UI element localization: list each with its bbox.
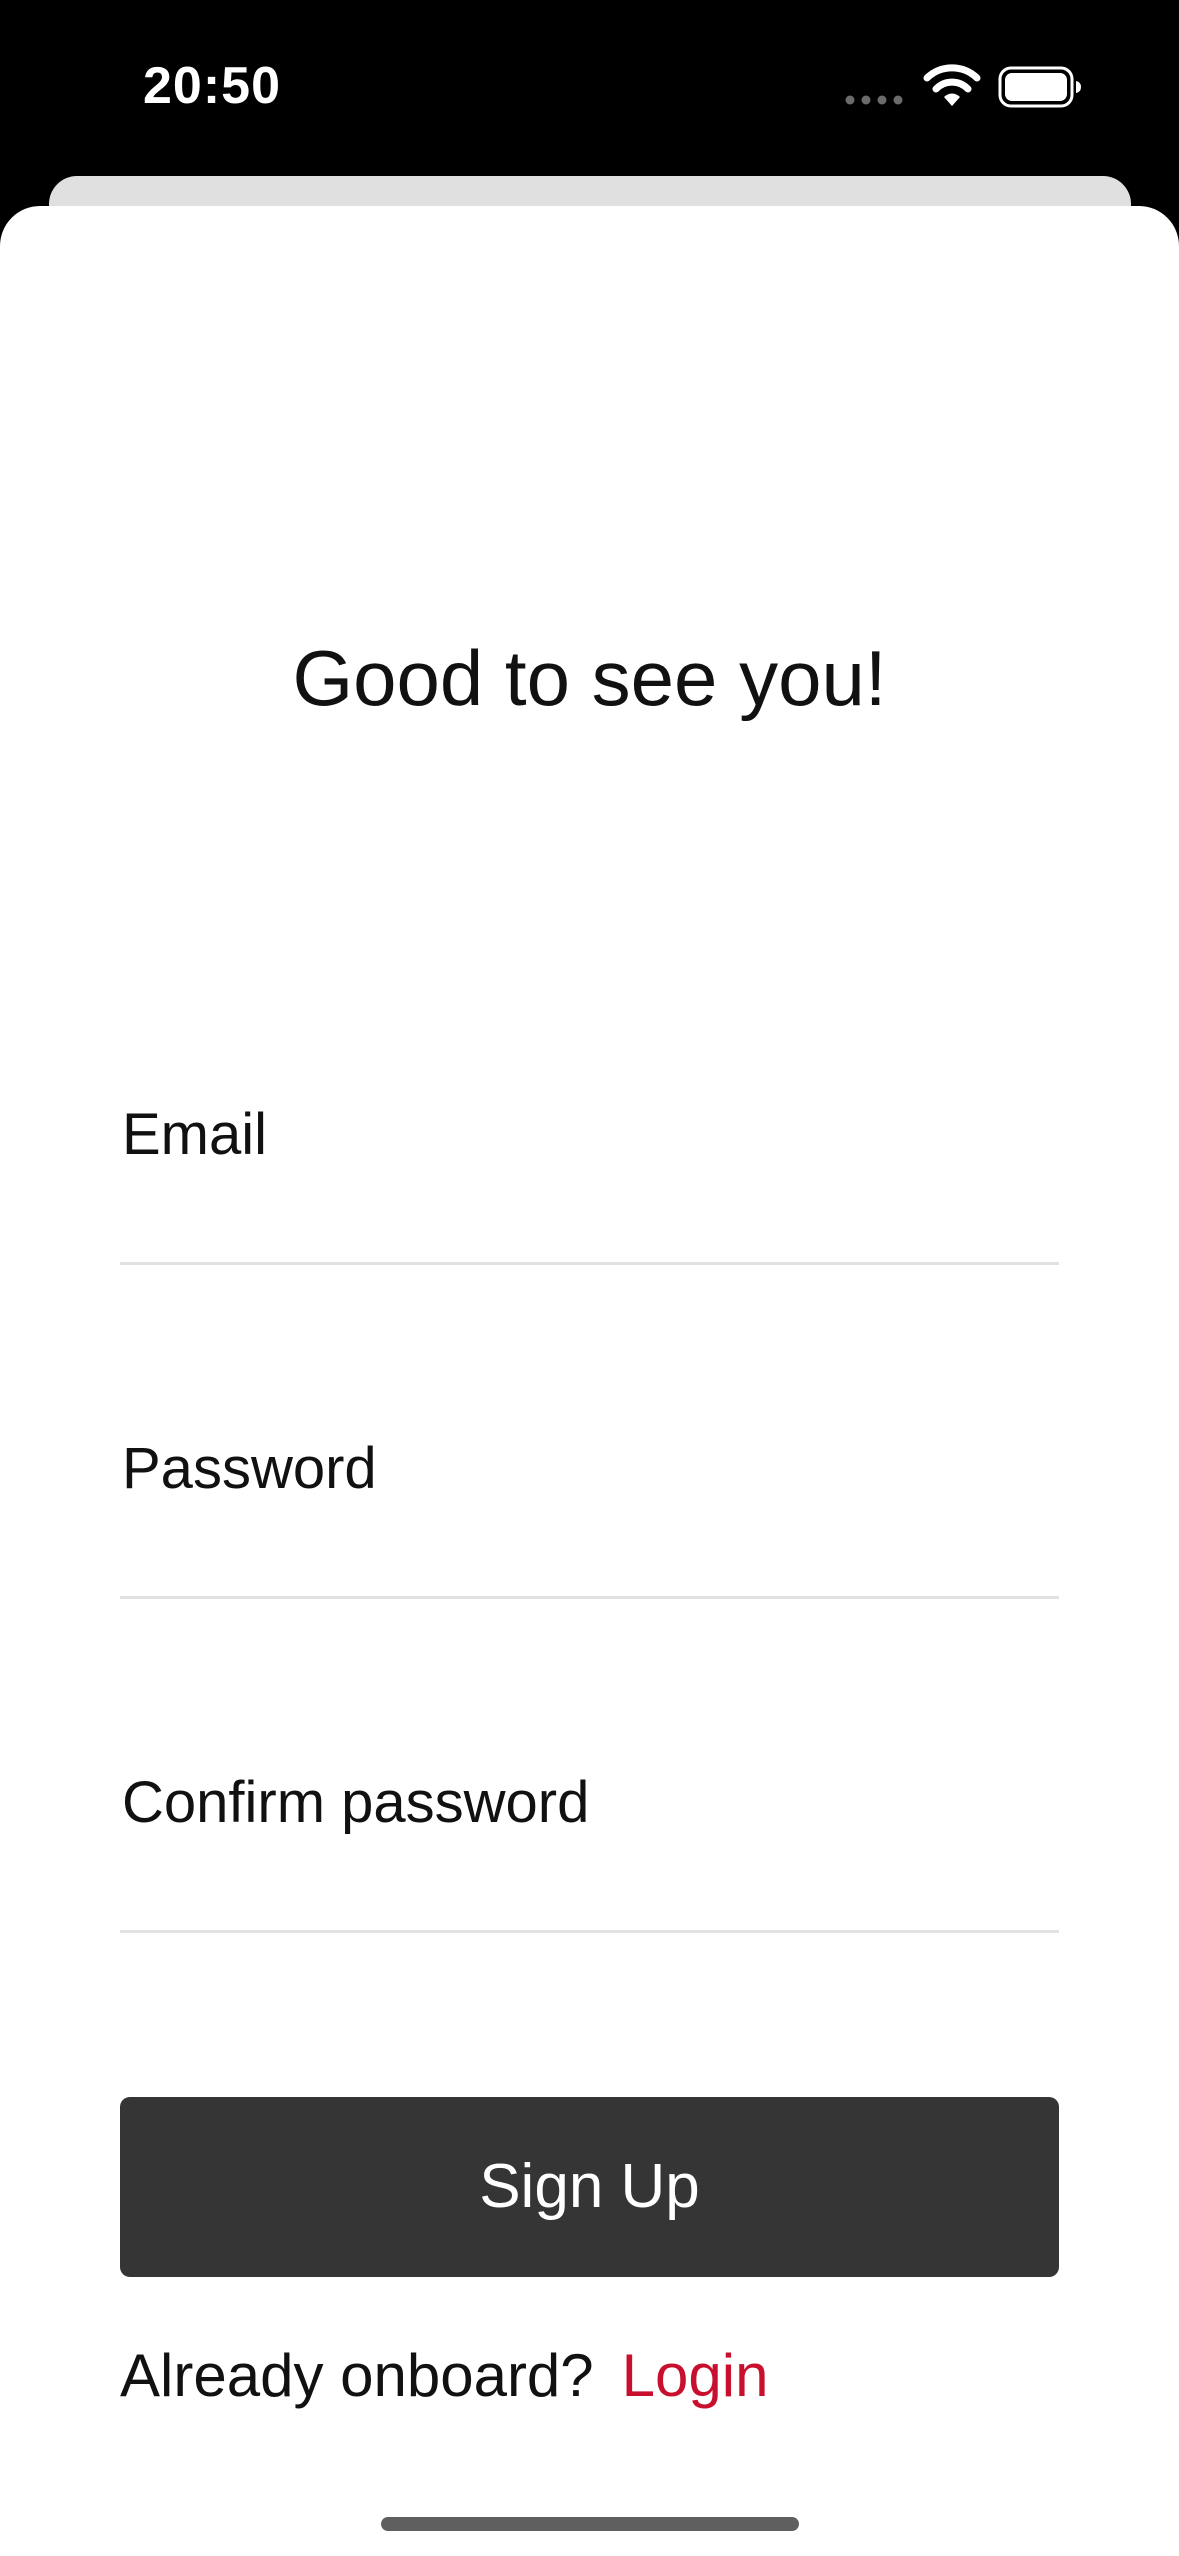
login-row: Already onboard? Login [120,2336,768,2416]
cellular-signal-icon [845,95,903,105]
confirm-password-field[interactable]: Confirm password [120,1770,1059,1933]
home-indicator [381,2517,799,2531]
confirm-password-label: Confirm password [122,1770,590,1835]
signup-button[interactable]: Sign Up [120,2097,1059,2277]
password-field[interactable]: Password [120,1436,1059,1599]
password-label: Password [122,1436,377,1501]
status-time: 20:50 [143,57,281,115]
email-field[interactable]: Email [120,1102,1059,1265]
login-link[interactable]: Login [622,2342,769,2409]
email-label: Email [122,1102,268,1167]
wifi-icon [923,64,981,106]
page-title: Good to see you! [292,634,887,722]
status-bar: 20:50 [0,0,1179,175]
login-prompt: Already onboard? [120,2342,594,2409]
battery-icon [998,66,1081,108]
